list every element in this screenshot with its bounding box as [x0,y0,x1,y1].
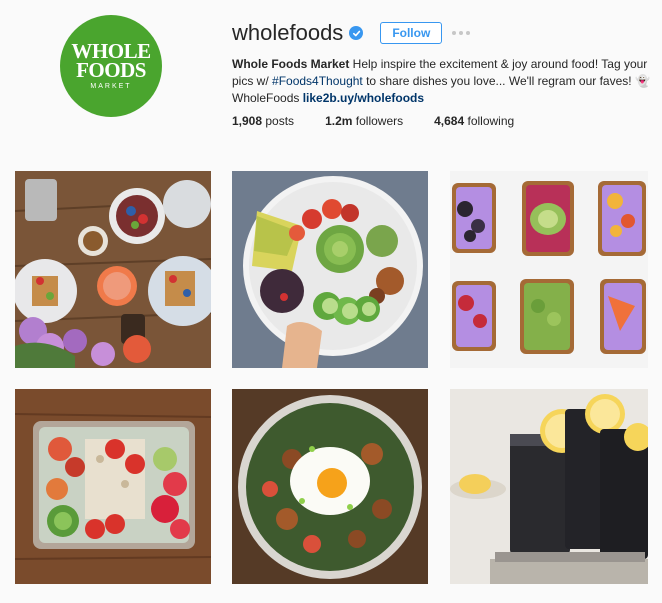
post-thumbnail-veggie-bowl[interactable] [232,171,428,368]
posts-stat: 1,908 posts [232,114,294,128]
follow-button[interactable]: Follow [380,22,443,44]
post-thumbnail-charcoal-lemonade[interactable] [450,389,648,584]
followers-label: followers [355,114,404,128]
followers-count: 1.2m [325,114,353,128]
following-label: following [467,114,515,128]
post-thumbnail-egg-skillet[interactable] [232,389,428,584]
following-stat[interactable]: 4,684 following [434,114,514,128]
more-options-icon[interactable] [452,31,471,35]
profile-bio: Whole Foods Market Help inspire the exci… [232,56,652,107]
profile-header: WHOLE FOODS MARKET wholefoods Follow Who… [0,0,662,160]
username: wholefoods [232,20,344,45]
avatar-logo-line2: FOODS [76,58,146,82]
verified-badge-icon [349,26,364,40]
bio-website-link[interactable]: like2b.uy/wholefoods [303,91,424,105]
post-thumbnail-salad-tray[interactable] [15,389,211,584]
followers-stat[interactable]: 1.2m followers [325,114,403,128]
profile-stats: 1,908 posts 1.2m followers 4,684 followi… [232,114,545,128]
following-count: 4,684 [434,114,465,128]
profile-avatar[interactable]: WHOLE FOODS MARKET [60,15,162,117]
post-thumbnail-breakfast-table[interactable] [15,171,211,368]
username-row: wholefoods Follow [232,20,471,46]
avatar-logo-line3: MARKET [90,83,132,90]
bio-hashtag-link[interactable]: #Foods4Thought [272,74,363,88]
posts-label: posts [265,114,295,128]
post-thumbnail-toast-spreads[interactable] [450,171,648,368]
bio-full-name: Whole Foods Market [232,57,350,71]
posts-count: 1,908 [232,114,263,128]
